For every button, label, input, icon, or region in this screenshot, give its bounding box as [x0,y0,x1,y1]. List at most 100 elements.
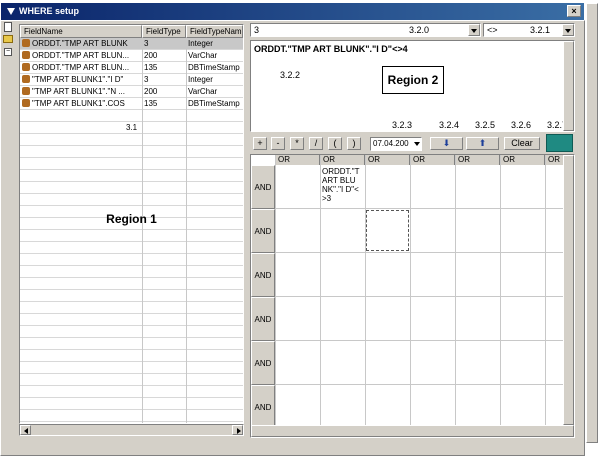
move-up-button[interactable]: ⬆ [466,137,499,150]
field-name: ORDDT."TMP ART BLUN... [32,63,130,72]
grid-hscroll[interactable] [251,425,574,437]
row-gridline [20,325,243,326]
value-dropdown-button[interactable] [468,24,480,36]
label-3-2-6: 3.2.6 [511,120,532,130]
close-button[interactable]: × [567,5,581,17]
row-gridline [20,85,243,86]
or-column-header[interactable]: OR [320,155,365,165]
date-picker[interactable]: 07.04.200 [370,137,422,151]
row-gridline [20,313,243,314]
window-title: WHERE setup [19,6,80,16]
row-gridline [20,133,243,134]
toolbar: + - * / ( ) 07.04.200 ⬇ ⬆ Clear [250,134,575,152]
tree-icon[interactable]: − [4,48,12,56]
op-plus-button[interactable]: + [253,137,267,150]
database-icon [22,87,30,95]
database-icon [22,51,30,59]
field-name: ORDDT."TMP ART BLUN... [32,51,130,60]
field-name: "TMP ART BLUNK1"."N ... [32,87,125,96]
label-3-2-0: 3.2.0 [409,25,430,35]
row-gridline [20,73,243,74]
col-fieldname[interactable]: FieldName [20,25,142,38]
and-row-header[interactable]: AND [251,341,275,385]
value-field[interactable]: 3 3.2.0 [250,23,481,37]
value-field-text: 3 [254,25,260,35]
field-name: "TMP ART BLUNK1"."I D" [32,75,124,84]
grid-column-line [500,155,501,425]
grid-column-line [455,155,456,425]
row-gridline [20,277,243,278]
filter-icon [7,8,15,16]
window-vscroll[interactable] [586,3,598,443]
database-icon [22,39,30,47]
or-column-header[interactable]: OR [455,155,500,165]
expression-vscroll[interactable] [563,41,574,131]
condition-cell[interactable]: ORDDT."T ART BLUNK"."I D"<>3 [322,167,361,203]
move-down-button[interactable]: ⬇ [430,137,463,150]
row-gridline [20,145,243,146]
operator-select[interactable]: <> 3.2.1 [483,23,575,37]
grid-column-line [275,155,276,425]
op-divide-button[interactable]: / [309,137,323,150]
row-gridline [20,409,243,410]
region-2-label: Region 2 [382,66,444,94]
row-gridline [20,169,243,170]
close-icon: × [571,6,577,16]
folder-icon[interactable] [3,35,13,43]
column-gridline [142,38,143,423]
label-3-2-4: 3.2.4 [439,120,460,130]
arrow-down-icon: ⬇ [442,138,451,148]
row-gridline [20,205,243,206]
field-table-header: FieldName FieldType FieldTypeName [20,25,243,38]
grid-column-line [365,155,366,425]
scroll-right-button[interactable] [232,425,243,435]
arrow-up-icon: ⬆ [478,138,487,148]
scroll-left-button[interactable] [20,425,31,435]
col-fieldtypename[interactable]: FieldTypeName [186,25,243,38]
new-doc-icon[interactable] [4,22,12,32]
op-minus-button[interactable]: - [271,137,285,150]
row-gridline [20,253,243,254]
field-table-hscroll[interactable] [19,424,244,436]
and-row-header[interactable]: AND [251,209,275,253]
op-close-paren-button[interactable]: ) [347,137,361,150]
expression-box[interactable]: ORDDT."TMP ART BLUNK"."I D"<>4 3.2.2 Reg… [250,40,575,132]
and-row-header[interactable]: AND [251,297,275,341]
or-column-header[interactable]: OR [500,155,545,165]
row-gridline [20,373,243,374]
and-row-header[interactable]: AND [251,165,275,209]
op-multiply-button[interactable]: * [290,137,304,150]
and-row-header[interactable]: AND [251,253,275,297]
or-column-header[interactable]: OR [275,155,320,165]
row-gridline [20,301,243,302]
row-gridline [20,193,243,194]
label-3-1: 3.1 [125,123,138,132]
exit-icon[interactable] [546,134,573,152]
date-value: 07.04.200 [373,139,409,148]
focused-cell[interactable] [366,210,409,251]
database-icon [22,99,30,107]
operator-dropdown-button[interactable] [562,24,574,36]
col-fieldtype[interactable]: FieldType [142,25,186,38]
grid-column-line [320,155,321,425]
database-icon [22,63,30,71]
clear-button[interactable]: Clear [504,137,540,150]
row-gridline [20,265,243,266]
expression-text: ORDDT."TMP ART BLUNK"."I D"<>4 [254,44,408,54]
row-gridline [20,385,243,386]
row-gridline [20,361,243,362]
row-gridline [20,61,243,62]
region-1-label: Region 1 [106,212,157,226]
title-bar: WHERE setup × [1,3,584,20]
row-gridline [20,109,243,110]
row-gridline [20,97,243,98]
or-column-header[interactable]: OR [410,155,455,165]
and-row-header[interactable]: AND [251,385,275,429]
op-open-paren-button[interactable]: ( [328,137,342,150]
label-3-2-2: 3.2.2 [280,70,301,80]
condition-grid: ORORORORORORORANDANDANDANDANDANDANDORDDT… [250,154,575,438]
field-table-body: ORDDT."TMP ART BLUNK 3 Integer ORDDT."TMP A… [20,38,243,423]
grid-vscroll[interactable] [563,155,574,425]
date-dropdown-icon[interactable] [414,142,420,146]
or-column-header[interactable]: OR [365,155,410,165]
